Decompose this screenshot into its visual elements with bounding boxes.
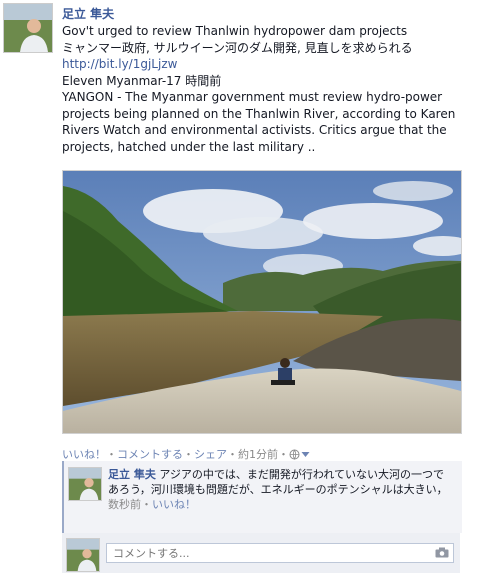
comment-avatar[interactable]: [68, 467, 102, 501]
comment-input-row: [62, 535, 460, 573]
separator: ・: [227, 448, 238, 461]
comment-author-name[interactable]: 足立 隼夫: [108, 468, 156, 481]
like-link[interactable]: いいね！: [62, 448, 106, 461]
post-timestamp[interactable]: 約1分前: [238, 448, 278, 461]
post-source: Eleven Myanmar-17 時間前: [62, 73, 222, 88]
comment-timestamp[interactable]: 数秒前: [108, 498, 141, 511]
separator: ・: [278, 448, 289, 461]
comment-body: 足立 隼夫 アジアの中では、まだ開発が行われていない大河の一つであろう，河川環境…: [108, 467, 448, 512]
chevron-down-icon[interactable]: [301, 448, 310, 461]
post-author-name[interactable]: 足立 隼夫: [62, 5, 114, 22]
separator: ・: [183, 448, 194, 461]
separator: ・: [141, 498, 152, 511]
comment-item: 足立 隼夫 アジアの中では、まだ開発が行われていない大河の一つであろう，河川環境…: [62, 461, 462, 533]
post-link[interactable]: http://bit.ly/1gjLjzw: [62, 56, 477, 73]
comments-section: 足立 隼夫 アジアの中では、まだ開発が行われていない大河の一つであろう，河川環境…: [62, 461, 462, 573]
comment-like-link[interactable]: いいね！: [152, 498, 196, 511]
comment-input[interactable]: [106, 543, 454, 563]
post-photo[interactable]: [62, 170, 462, 434]
comment-link[interactable]: コメントする: [117, 448, 183, 461]
share-link[interactable]: シェア: [194, 448, 227, 461]
current-user-avatar: [66, 538, 100, 572]
post-title-en: Gov't urged to review Thanlwin hydropowe…: [62, 24, 408, 38]
author-avatar[interactable]: [3, 3, 53, 53]
camera-icon[interactable]: [435, 547, 449, 561]
post-title-jp: ミャンマー政府, サルウイーン河のダム開発, 見直しを求められる: [62, 40, 413, 55]
post-body: Gov't urged to review Thanlwin hydropowe…: [62, 23, 477, 155]
post-excerpt: YANGON - The Myanmar government must rev…: [62, 90, 456, 154]
comment-text: アジアの中では、まだ開発が行われていない大河の一つであろう，河川環境も問題だが、…: [108, 468, 448, 496]
separator: ・: [106, 448, 117, 461]
comment-meta: 数秒前・いいね！: [108, 498, 196, 511]
